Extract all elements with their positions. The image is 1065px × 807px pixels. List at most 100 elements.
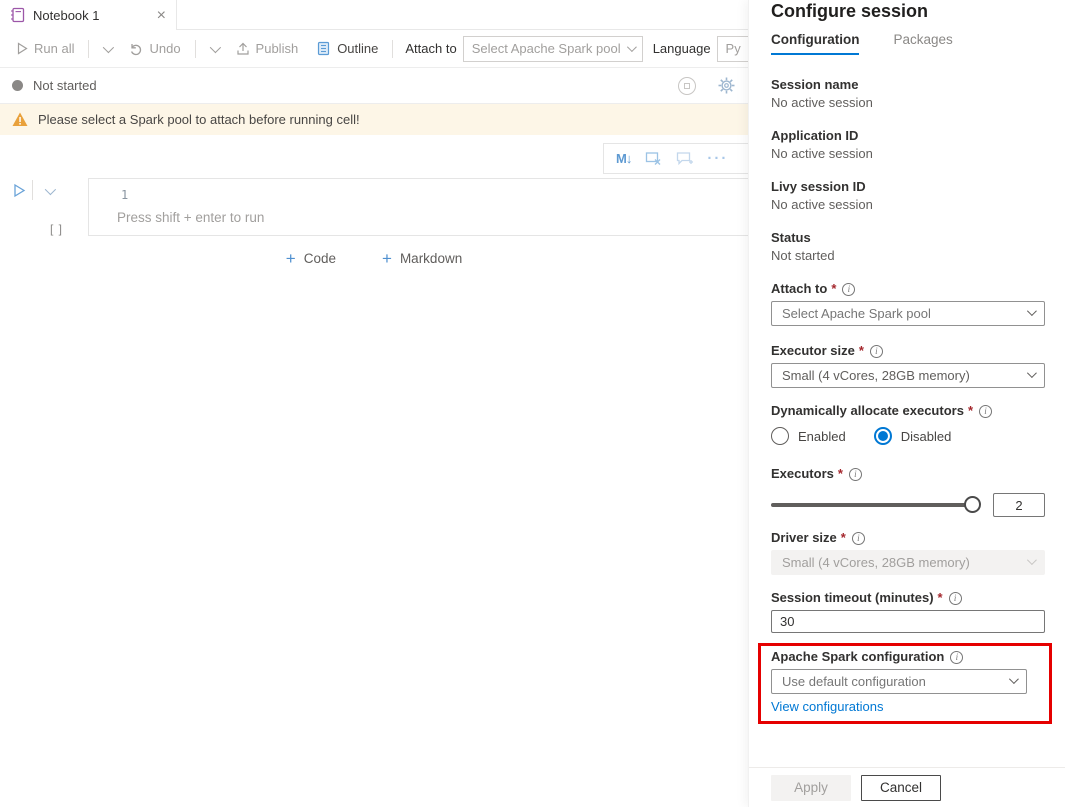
attach-to-group: Attach to Select Apache Spark pool — [771, 280, 1045, 326]
undo-label: Undo — [149, 41, 180, 56]
plus-icon — [382, 250, 392, 267]
attach-to-value: Select Apache Spark pool — [782, 306, 931, 321]
info-icon[interactable] — [949, 592, 962, 605]
add-comment-icon[interactable] — [676, 151, 693, 166]
attach-to-pool-value: Select Apache Spark pool — [472, 41, 621, 56]
spark-configuration-value: Use default configuration — [782, 674, 926, 689]
outline-label: Outline — [337, 41, 378, 56]
chevron-down-icon — [1027, 555, 1037, 565]
required-mark — [841, 529, 846, 547]
required-mark — [968, 402, 973, 420]
executors-label: Executors — [771, 465, 834, 483]
info-icon[interactable] — [950, 651, 963, 664]
tab-configuration[interactable]: Configuration — [771, 32, 859, 55]
info-icon[interactable] — [849, 468, 862, 481]
add-markdown-label: Markdown — [400, 251, 462, 266]
execution-count: [ ] — [50, 222, 88, 236]
session-status-text: Not started — [33, 78, 97, 93]
outline-icon — [316, 41, 331, 56]
notebook-icon — [10, 7, 25, 23]
session-name-value: No active session — [771, 94, 1045, 112]
slider-thumb[interactable] — [964, 496, 981, 513]
undo-button[interactable]: Undo — [123, 36, 186, 62]
cell-run-options-button[interactable] — [39, 183, 59, 198]
info-icon[interactable] — [852, 532, 865, 545]
run-cell-icon[interactable] — [12, 183, 26, 198]
driver-size-dropdown: Small (4 vCores, 28GB memory) — [771, 550, 1045, 575]
clear-output-icon[interactable] — [645, 151, 662, 166]
more-actions-icon[interactable] — [707, 150, 728, 167]
session-timeout-input[interactable] — [771, 610, 1045, 633]
status-field: Status Not started — [771, 229, 1045, 265]
dynamic-allocation-group: Dynamically allocate executors Enabled D… — [771, 402, 1045, 447]
stop-session-icon[interactable] — [678, 77, 696, 95]
run-all-button[interactable]: Run all — [10, 36, 80, 62]
warning-icon — [12, 112, 28, 127]
session-name-field: Session name No active session — [771, 76, 1045, 112]
livy-session-id-value: No active session — [771, 196, 1045, 214]
publish-label: Publish — [256, 41, 299, 56]
tab-notebook-1[interactable]: Notebook 1 — [0, 0, 177, 30]
play-icon — [16, 42, 28, 55]
spark-configuration-dropdown[interactable]: Use default configuration — [771, 669, 1027, 694]
divider — [88, 40, 89, 58]
executor-size-group: Executor size Small (4 vCores, 28GB memo… — [771, 342, 1045, 388]
executors-count-input[interactable] — [993, 493, 1045, 517]
info-icon[interactable] — [842, 283, 855, 296]
radio-checked-icon — [874, 427, 892, 445]
required-mark — [831, 280, 836, 298]
publish-icon — [236, 42, 250, 56]
add-code-label: Code — [304, 251, 336, 266]
editor-placeholder: Press shift + enter to run — [117, 210, 264, 225]
livy-session-id-field: Livy session ID No active session — [771, 178, 1045, 214]
outline-button[interactable]: Outline — [310, 36, 384, 62]
apply-button[interactable]: Apply — [771, 775, 851, 801]
undo-dropdown-button[interactable] — [204, 41, 224, 56]
radio-disabled-label: Disabled — [901, 429, 952, 444]
executor-size-dropdown[interactable]: Small (4 vCores, 28GB memory) — [771, 363, 1045, 388]
radio-disabled[interactable]: Disabled — [874, 427, 952, 445]
panel-footer: Apply Cancel — [749, 767, 1065, 807]
status-value: Not started — [771, 247, 1045, 265]
status-dot-icon — [12, 80, 23, 91]
session-timeout-label: Session timeout (minutes) — [771, 589, 934, 607]
required-mark — [838, 465, 843, 483]
radio-enabled-label: Enabled — [798, 429, 846, 444]
view-configurations-link[interactable]: View configurations — [771, 699, 884, 714]
executors-slider[interactable] — [771, 496, 983, 514]
undo-icon — [129, 42, 143, 56]
info-icon[interactable] — [979, 405, 992, 418]
plus-icon — [286, 250, 296, 267]
radio-enabled[interactable]: Enabled — [771, 427, 846, 445]
info-icon[interactable] — [870, 345, 883, 358]
chevron-down-icon — [45, 183, 56, 194]
application-id-field: Application ID No active session — [771, 127, 1045, 163]
add-markdown-button[interactable]: Markdown — [376, 246, 468, 271]
driver-size-value: Small (4 vCores, 28GB memory) — [782, 555, 970, 570]
dynamic-allocation-label: Dynamically allocate executors — [771, 402, 964, 420]
session-timeout-group: Session timeout (minutes) — [771, 589, 1045, 633]
add-code-button[interactable]: Code — [280, 246, 342, 271]
attach-to-label: Attach to — [405, 41, 456, 56]
add-cell-row: Code Markdown — [0, 246, 748, 271]
session-name-label: Session name — [771, 76, 1045, 94]
chevron-down-icon — [1009, 674, 1019, 684]
line-number: 1 — [121, 188, 128, 202]
attach-to-dropdown[interactable]: Select Apache Spark pool — [771, 301, 1045, 326]
chevron-down-icon — [1027, 306, 1037, 316]
language-label: Language — [653, 41, 711, 56]
run-all-dropdown-button[interactable] — [97, 41, 117, 56]
tab-packages[interactable]: Packages — [893, 32, 952, 55]
close-icon[interactable] — [157, 7, 166, 24]
attach-to-label: Attach to — [771, 280, 827, 298]
panel-tabs: Configuration Packages — [771, 32, 953, 55]
cancel-button[interactable]: Cancel — [861, 775, 941, 801]
warning-text: Please select a Spark pool to attach bef… — [38, 112, 360, 127]
chevron-down-icon — [1027, 368, 1037, 378]
attach-to-pool-dropdown[interactable]: Select Apache Spark pool — [463, 36, 643, 62]
publish-button[interactable]: Publish — [230, 36, 305, 62]
driver-size-label: Driver size — [771, 529, 837, 547]
gear-icon[interactable] — [718, 77, 735, 94]
convert-to-markdown-icon[interactable]: M↓ — [616, 151, 631, 166]
language-value: Py — [726, 41, 741, 56]
